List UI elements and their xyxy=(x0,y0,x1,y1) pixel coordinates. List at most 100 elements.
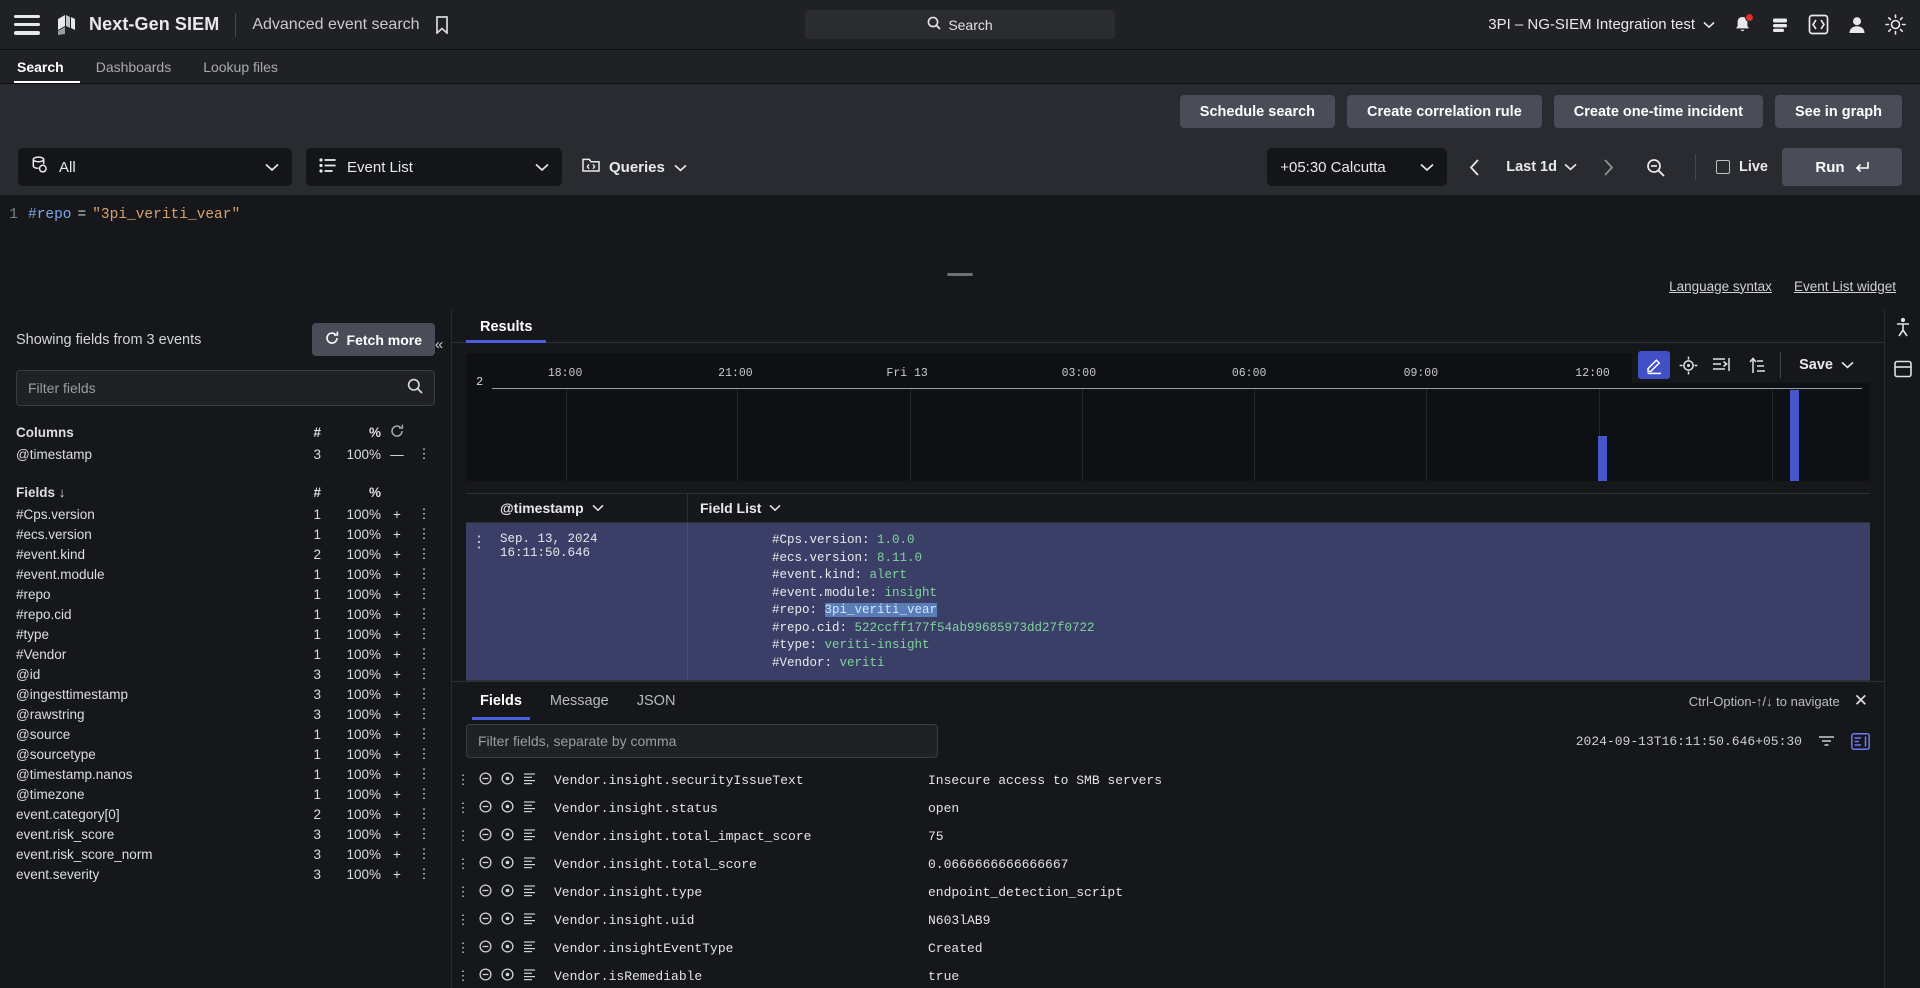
add-field-button[interactable]: + xyxy=(381,767,413,782)
global-search-input[interactable]: Search xyxy=(805,10,1115,39)
exclude-field-icon[interactable] xyxy=(474,827,496,845)
field-menu-icon[interactable]: ⋮ xyxy=(413,686,435,702)
field-menu-icon[interactable]: ⋮ xyxy=(413,566,435,582)
field-row[interactable]: @timezone 1 100% + ⋮ xyxy=(0,784,451,804)
field-menu-icon[interactable]: ⋮ xyxy=(413,706,435,722)
add-field-button[interactable]: + xyxy=(381,627,413,642)
filter-icon[interactable] xyxy=(1818,734,1835,748)
language-syntax-link[interactable]: Language syntax xyxy=(1669,279,1772,294)
exclude-field-icon[interactable] xyxy=(474,883,496,901)
panel-layout-icon[interactable] xyxy=(1893,360,1912,383)
add-as-column-icon[interactable] xyxy=(518,828,540,845)
include-field-icon[interactable] xyxy=(496,883,518,901)
add-field-button[interactable]: + xyxy=(381,607,413,622)
detail-row[interactable]: ⋮ Vendor.insight.uid N603lAB9 xyxy=(452,906,1884,934)
tab-json[interactable]: JSON xyxy=(623,682,690,720)
event-field-value[interactable]: veriti-insight xyxy=(825,638,930,652)
include-field-icon[interactable] xyxy=(496,771,518,789)
field-row[interactable]: #repo 1 100% + ⋮ xyxy=(0,584,451,604)
include-field-icon[interactable] xyxy=(496,855,518,873)
add-field-button[interactable]: + xyxy=(381,567,413,582)
detail-row[interactable]: ⋮ Vendor.insight.securityIssueText Insecur… xyxy=(452,766,1884,794)
add-field-button[interactable]: + xyxy=(381,787,413,802)
expand-detail-icon[interactable] xyxy=(1851,732,1870,750)
column-row-timestamp[interactable]: @timestamp 3 100% — ⋮ xyxy=(0,444,451,464)
add-as-column-icon[interactable] xyxy=(518,968,540,985)
field-row[interactable]: event.risk_score 3 100% + ⋮ xyxy=(0,824,451,844)
field-menu-icon[interactable]: ⋮ xyxy=(413,646,435,662)
add-field-button[interactable]: + xyxy=(381,667,413,682)
event-field-value[interactable]: veriti xyxy=(840,656,885,670)
queries-menu[interactable]: Queries xyxy=(576,157,693,177)
user-icon[interactable] xyxy=(1847,15,1867,35)
bell-icon[interactable] xyxy=(1733,12,1754,35)
add-as-column-icon[interactable] xyxy=(518,856,540,873)
close-icon[interactable]: ✕ xyxy=(1854,691,1884,711)
timezone-selector[interactable]: +05:30 Calcutta xyxy=(1267,148,1448,186)
field-row[interactable]: event.category[0] 2 100% + ⋮ xyxy=(0,804,451,824)
brightness-icon[interactable] xyxy=(1885,14,1906,35)
field-menu-icon[interactable]: ⋮ xyxy=(413,806,435,822)
field-row[interactable]: @id 3 100% + ⋮ xyxy=(0,664,451,684)
detail-row-menu-icon[interactable]: ⋮ xyxy=(452,801,474,816)
query-editor[interactable]: 1 #repo = "3pi_veriti_vear" xyxy=(0,195,1920,263)
add-field-button[interactable]: + xyxy=(381,587,413,602)
live-checkbox[interactable] xyxy=(1715,160,1730,174)
field-row[interactable]: #event.module 1 100% + ⋮ xyxy=(0,564,451,584)
detail-filter-input[interactable] xyxy=(466,724,938,758)
field-row[interactable]: @rawstring 3 100% + ⋮ xyxy=(0,704,451,724)
field-menu-icon[interactable]: ⋮ xyxy=(413,846,435,862)
exclude-field-icon[interactable] xyxy=(474,939,496,957)
menu-icon[interactable] xyxy=(14,14,40,35)
run-button[interactable]: Run xyxy=(1782,148,1902,186)
field-menu-icon[interactable]: ⋮ xyxy=(413,626,435,642)
sidebar-expand-icon[interactable] xyxy=(1895,317,1911,342)
field-row[interactable]: #event.kind 2 100% + ⋮ xyxy=(0,544,451,564)
event-field-value[interactable]: alert xyxy=(870,568,908,582)
add-field-button[interactable]: + xyxy=(381,827,413,842)
exclude-field-icon[interactable] xyxy=(474,855,496,873)
field-menu-icon[interactable]: ⋮ xyxy=(413,766,435,782)
layers-icon[interactable] xyxy=(1770,15,1790,35)
widget-selector[interactable]: Event List xyxy=(306,148,562,186)
tenant-selector[interactable]: 3PI – NG-SIEM Integration test xyxy=(1488,16,1715,33)
add-field-button[interactable]: + xyxy=(381,867,413,882)
include-field-icon[interactable] xyxy=(496,967,518,985)
exclude-field-icon[interactable] xyxy=(474,771,496,789)
event-list-widget-link[interactable]: Event List widget xyxy=(1794,279,1896,294)
field-row[interactable]: @source 1 100% + ⋮ xyxy=(0,724,451,744)
include-field-icon[interactable] xyxy=(496,911,518,929)
table-row[interactable]: ⋮ Sep. 13, 2024 16:11:50.646 #Cps.versio… xyxy=(466,523,1870,681)
add-field-button[interactable]: + xyxy=(381,547,413,562)
event-field-value[interactable]: 3pi_veriti_vear xyxy=(824,603,938,617)
column-header-fieldlist[interactable]: Field List xyxy=(688,500,781,516)
add-as-column-icon[interactable] xyxy=(518,772,540,789)
tab-dashboards[interactable]: Dashboards xyxy=(80,50,188,83)
field-row[interactable]: #ecs.version 1 100% + ⋮ xyxy=(0,524,451,544)
query-line[interactable]: 1 #repo = "3pi_veriti_vear" xyxy=(0,205,1920,225)
previous-range-button[interactable] xyxy=(1461,158,1488,176)
column-header-timestamp[interactable]: @timestamp xyxy=(492,494,688,522)
bookmark-icon[interactable] xyxy=(434,15,450,34)
see-in-graph-button[interactable]: See in graph xyxy=(1774,95,1902,128)
detail-row-menu-icon[interactable]: ⋮ xyxy=(452,941,474,956)
pen-icon[interactable] xyxy=(1638,351,1671,379)
include-field-icon[interactable] xyxy=(496,939,518,957)
zoom-out-icon[interactable] xyxy=(1636,158,1675,177)
detail-row[interactable]: ⋮ Vendor.insight.total_impact_score 75 xyxy=(452,822,1884,850)
row-menu-icon[interactable]: ⋮ xyxy=(466,523,492,680)
repository-selector[interactable]: All xyxy=(18,148,292,186)
add-field-button[interactable]: + xyxy=(381,727,413,742)
event-field-value[interactable]: 522ccff177f54ab99685973dd27f0722 xyxy=(855,621,1095,635)
target-icon[interactable] xyxy=(1672,351,1704,379)
detail-row[interactable]: ⋮ Vendor.isRemediable true xyxy=(452,962,1884,988)
detail-row-menu-icon[interactable]: ⋮ xyxy=(452,773,474,788)
tab-fields[interactable]: Fields xyxy=(466,682,536,720)
add-field-button[interactable]: + xyxy=(381,847,413,862)
fetch-more-button[interactable]: Fetch more xyxy=(311,323,435,356)
detail-row[interactable]: ⋮ Vendor.insight.total_score 0.06666666666… xyxy=(452,850,1884,878)
field-menu-icon[interactable]: ⋮ xyxy=(413,606,435,622)
field-row[interactable]: event.risk_score_norm 3 100% + ⋮ xyxy=(0,844,451,864)
reset-columns-icon[interactable] xyxy=(381,424,413,441)
field-menu-icon[interactable]: ⋮ xyxy=(413,586,435,602)
